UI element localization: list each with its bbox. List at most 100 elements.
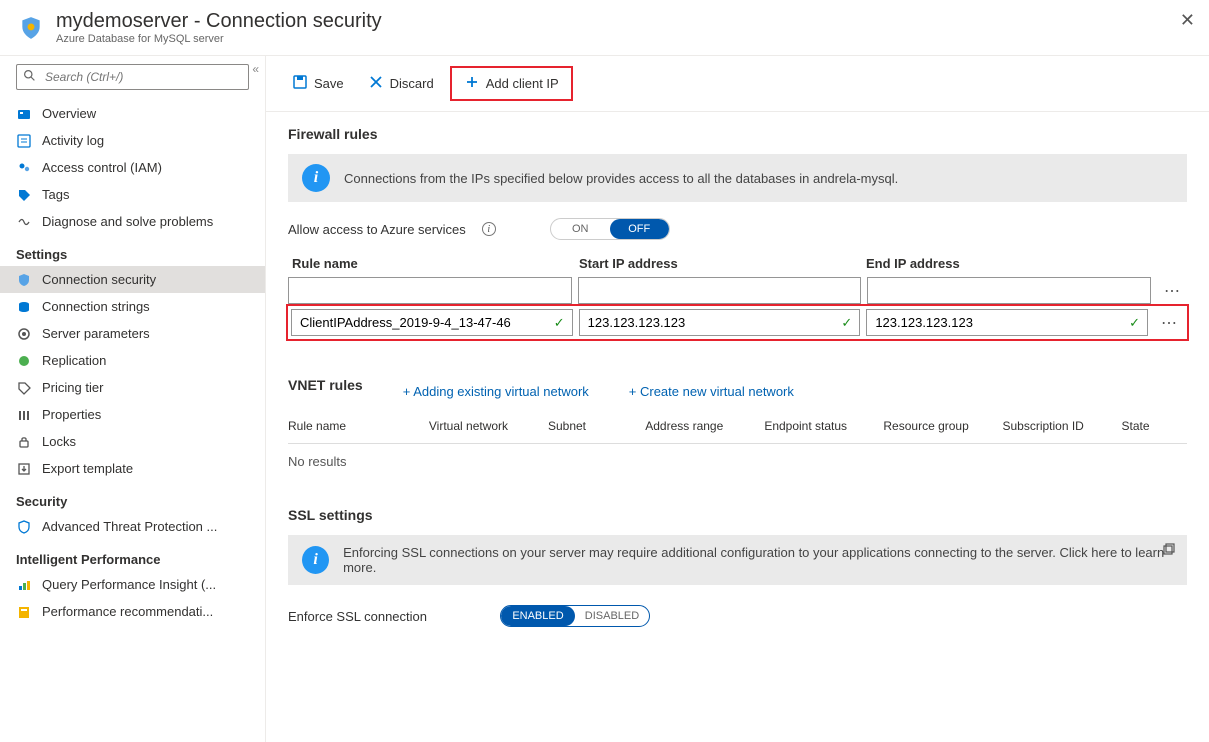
start-ip-input[interactable] <box>579 309 861 336</box>
sidebar-item-overview[interactable]: Overview <box>0 100 265 127</box>
sidebar-item-pricing-tier[interactable]: Pricing tier <box>0 374 265 401</box>
collapse-chevron-icon[interactable]: « <box>252 62 259 76</box>
sidebar-item-replication[interactable]: Replication <box>0 347 265 374</box>
allow-azure-label: Allow access to Azure services <box>288 222 466 237</box>
row-more-icon[interactable]: ⋯ <box>1157 281 1187 301</box>
close-icon[interactable]: ✕ <box>1180 10 1195 31</box>
save-icon <box>292 74 308 93</box>
sidebar-item-label: Connection security <box>42 272 156 287</box>
vnet-col: Endpoint status <box>764 419 873 433</box>
end-ip-input[interactable] <box>867 277 1151 304</box>
toolbar: Save Discard Add client IP <box>266 56 1209 112</box>
sidebar-item-diagnose[interactable]: Diagnose and solve problems <box>0 208 265 235</box>
info-tooltip-icon[interactable]: i <box>482 222 496 236</box>
firewall-info-text: Connections from the IPs specified below… <box>344 171 898 186</box>
sidebar-item-query-perf[interactable]: Query Performance Insight (... <box>0 571 265 598</box>
shield-small-icon <box>16 273 32 287</box>
search-input[interactable] <box>16 64 249 90</box>
firewall-row-client-ip: ✓ ✓ ✓ ⋯ <box>288 306 1187 339</box>
sidebar-item-label: Locks <box>42 434 76 449</box>
enforce-ssl-toggle[interactable]: ENABLED DISABLED <box>500 605 650 627</box>
content-area: Save Discard Add client IP Firewall rule… <box>266 56 1209 742</box>
shield-outline-icon <box>16 520 32 534</box>
vnet-col: State <box>1122 419 1187 433</box>
toggle-off: OFF <box>610 219 669 239</box>
vnet-add-existing-link[interactable]: + Adding existing virtual network <box>403 384 589 399</box>
sidebar-item-label: Access control (IAM) <box>42 160 162 175</box>
database-icon <box>16 300 32 314</box>
save-label: Save <box>314 76 344 91</box>
rule-name-input[interactable] <box>288 277 572 304</box>
replication-icon <box>16 354 32 368</box>
toggle-enabled: ENABLED <box>501 606 575 626</box>
sidebar-item-label: Connection strings <box>42 299 150 314</box>
sidebar-item-label: Properties <box>42 407 101 422</box>
save-button[interactable]: Save <box>284 70 352 97</box>
sidebar-item-connection-security[interactable]: Connection security <box>0 266 265 293</box>
vnet-empty: No results <box>288 444 1187 479</box>
search-icon <box>23 69 36 85</box>
row-more-icon[interactable]: ⋯ <box>1154 313 1184 333</box>
sidebar-item-label: Diagnose and solve problems <box>42 214 213 229</box>
properties-icon <box>16 408 32 422</box>
info-icon: i <box>302 164 330 192</box>
sidebar-item-label: Export template <box>42 461 133 476</box>
vnet-col: Resource group <box>883 419 992 433</box>
toggle-on: ON <box>551 219 610 239</box>
tags-icon <box>16 188 32 202</box>
start-ip-input[interactable] <box>578 277 862 304</box>
sidebar-group-security: Security <box>0 482 265 513</box>
sidebar-item-label: Advanced Threat Protection ... <box>42 519 217 534</box>
sidebar-group-perf: Intelligent Performance <box>0 540 265 571</box>
copy-icon[interactable] <box>1161 543 1175 560</box>
firewall-heading: Firewall rules <box>288 126 1187 142</box>
sidebar-item-export-template[interactable]: Export template <box>0 455 265 482</box>
firewall-row-empty: ⋯ <box>288 277 1187 304</box>
sidebar-item-label: Query Performance Insight (... <box>42 577 216 592</box>
sidebar-item-label: Activity log <box>42 133 104 148</box>
vnet-col: Address range <box>645 419 754 433</box>
sidebar: « Overview Activity log Access control (… <box>0 56 266 742</box>
sidebar-item-connection-strings[interactable]: Connection strings <box>0 293 265 320</box>
end-ip-input[interactable] <box>866 309 1148 336</box>
diagnose-icon <box>16 215 32 229</box>
discard-icon <box>368 74 384 93</box>
col-end-ip: End IP address <box>866 256 1147 271</box>
ssl-heading: SSL settings <box>288 507 1187 523</box>
sidebar-item-activity-log[interactable]: Activity log <box>0 127 265 154</box>
export-icon <box>16 462 32 476</box>
sidebar-item-iam[interactable]: Access control (IAM) <box>0 154 265 181</box>
ssl-info-text: Enforcing SSL connections on your server… <box>343 545 1173 575</box>
rule-name-input[interactable] <box>291 309 573 336</box>
sidebar-item-perf-recs[interactable]: Performance recommendati... <box>0 598 265 625</box>
sidebar-item-label: Performance recommendati... <box>42 604 213 619</box>
enforce-ssl-label: Enforce SSL connection <box>288 609 488 624</box>
sidebar-item-label: Tags <box>42 187 69 202</box>
check-icon: ✓ <box>1129 315 1140 331</box>
vnet-create-new-link[interactable]: + Create new virtual network <box>629 384 794 399</box>
allow-azure-toggle[interactable]: ON OFF <box>550 218 670 240</box>
page-subtitle: Azure Database for MySQL server <box>56 33 382 45</box>
page-title: mydemoserver - Connection security <box>56 10 382 33</box>
sidebar-item-properties[interactable]: Properties <box>0 401 265 428</box>
sidebar-item-tags[interactable]: Tags <box>0 181 265 208</box>
firewall-info-bar: i Connections from the IPs specified bel… <box>288 154 1187 202</box>
sidebar-item-label: Pricing tier <box>42 380 103 395</box>
pricing-icon <box>16 381 32 395</box>
sidebar-group-settings: Settings <box>0 235 265 266</box>
sidebar-item-server-parameters[interactable]: Server parameters <box>0 320 265 347</box>
vnet-heading: VNET rules <box>288 377 363 393</box>
sidebar-item-locks[interactable]: Locks <box>0 428 265 455</box>
add-client-ip-button[interactable]: Add client IP <box>450 66 573 101</box>
col-start-ip: Start IP address <box>579 256 860 271</box>
overview-icon <box>16 107 32 121</box>
vnet-col: Virtual network <box>429 419 538 433</box>
info-icon: i <box>302 546 329 574</box>
sidebar-item-atp[interactable]: Advanced Threat Protection ... <box>0 513 265 540</box>
gear-icon <box>16 327 32 341</box>
chart-icon <box>16 578 32 592</box>
discard-button[interactable]: Discard <box>360 70 442 97</box>
sidebar-item-label: Replication <box>42 353 106 368</box>
firewall-table: Rule name Start IP address End IP addres… <box>288 256 1187 339</box>
lock-icon <box>16 435 32 449</box>
